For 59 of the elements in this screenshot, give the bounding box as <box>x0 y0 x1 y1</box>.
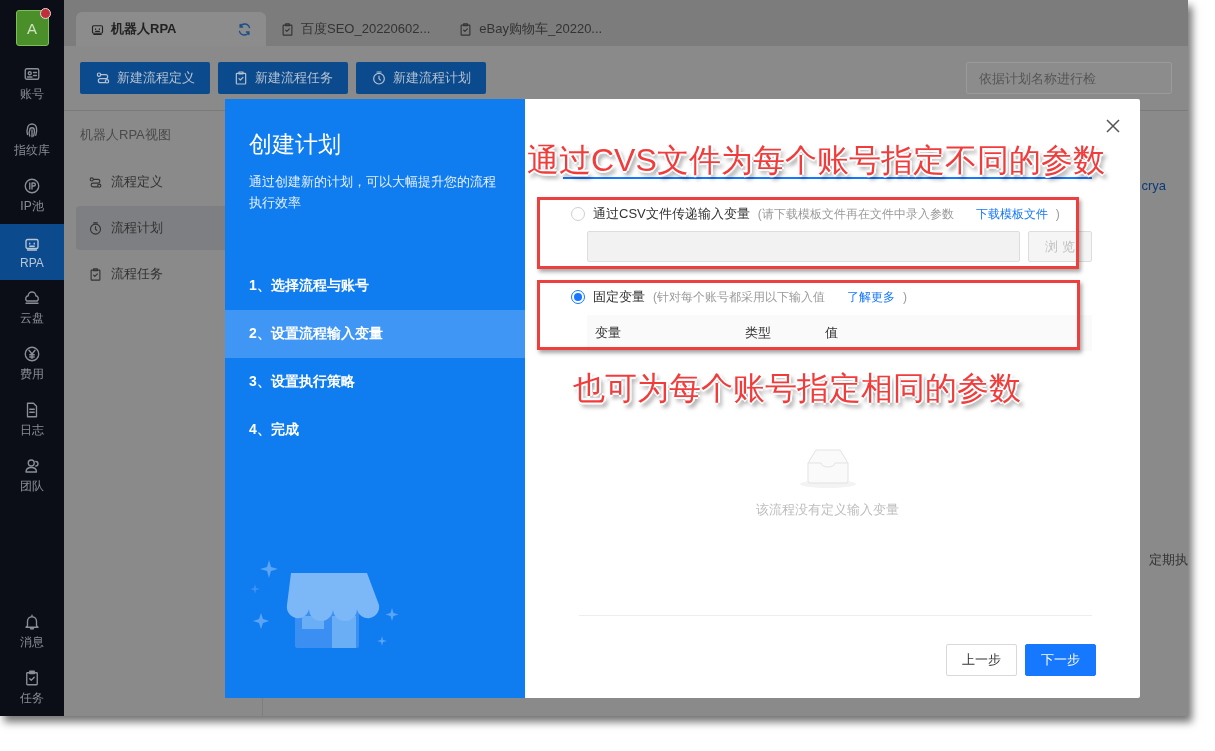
empty-inbox-icon <box>798 447 857 489</box>
bell-icon <box>23 613 41 631</box>
ip-icon <box>23 177 41 195</box>
nav-item[interactable]: RPA <box>0 224 64 280</box>
annotation-text: 通过CVS文件为每个账号指定不同的参数 <box>527 141 1105 180</box>
clipboard-check-icon <box>458 21 474 37</box>
column-header: 变量 <box>595 324 622 342</box>
tab[interactable]: eBay购物车_20220... <box>444 12 617 46</box>
link[interactable]: 了解更多 <box>847 288 895 306</box>
wizard-step[interactable]: 3、设置执行策略 <box>225 358 525 406</box>
wizard-step[interactable]: 1、选择流程与账号 <box>225 262 525 310</box>
yen-icon <box>23 345 41 363</box>
nav-item[interactable]: IP池 <box>0 168 64 224</box>
annotation-text: 也可为每个账号指定相同的参数 <box>573 369 1021 408</box>
toolbar-button[interactable]: 新建流程定义 <box>80 62 210 94</box>
closing-parenthesis: ) <box>1055 207 1060 221</box>
toolbar-button[interactable]: 新建流程计划 <box>356 62 486 94</box>
closing-parenthesis: ) <box>903 290 907 304</box>
avatar[interactable]: A <box>15 10 49 46</box>
clipboard-check-icon <box>233 70 249 86</box>
toolbar-button[interactable]: 新建流程任务 <box>218 62 348 94</box>
nav-item[interactable]: 任务 <box>0 660 64 716</box>
wizard-step[interactable]: 4、完成 <box>225 406 525 454</box>
nav-item[interactable]: 账号 <box>0 56 64 112</box>
id-card-icon <box>23 65 41 83</box>
option-label: 固定变量 <box>593 288 645 306</box>
tab[interactable]: 机器人RPA <box>76 12 266 46</box>
nav-item[interactable]: 消息 <box>0 604 64 660</box>
next-button[interactable]: 下一步 <box>1025 644 1096 676</box>
clipboard-check-icon <box>88 266 103 282</box>
back-button[interactable]: 上一步 <box>946 644 1017 676</box>
timer-icon <box>371 70 387 86</box>
column-header: 值 <box>825 324 839 342</box>
user-icon <box>23 457 41 475</box>
nav-item[interactable]: 费用 <box>0 336 64 392</box>
option-label: 通过CSV文件传递输入变量 <box>593 205 750 223</box>
cloud-icon <box>23 289 41 307</box>
background-text: 定期执 <box>1149 551 1188 569</box>
dialog-title: 创建计划 <box>249 130 342 159</box>
option-hint: (请下载模板文件再在文件中录入参数 <box>757 205 954 223</box>
clipboard-check-icon <box>280 21 295 37</box>
nav-item[interactable]: 团队 <box>0 448 64 504</box>
panel-title: 机器人RPA视图 <box>80 126 171 144</box>
empty-text: 该流程没有定义输入变量 <box>756 501 899 519</box>
tab[interactable]: 百度SEO_20220602... <box>266 12 445 46</box>
refresh-icon[interactable] <box>237 21 252 37</box>
clipboard-check-icon <box>23 669 41 687</box>
column-header: 类型 <box>745 324 772 342</box>
nav-item[interactable]: 指纹库 <box>0 112 64 168</box>
radio-button[interactable] <box>571 290 585 304</box>
timer-icon <box>88 220 103 236</box>
flow-icon <box>88 174 103 190</box>
nav-item[interactable]: 云盘 <box>0 280 64 336</box>
nav-item[interactable]: 日志 <box>0 392 64 448</box>
flow-icon <box>95 70 111 86</box>
close-icon[interactable] <box>1106 119 1120 133</box>
wizard-step[interactable]: 2、设置流程输入变量 <box>225 310 525 358</box>
background-text: crya <box>1141 178 1166 193</box>
option-hint: (针对每个账号都采用以下输入值 <box>653 288 825 306</box>
